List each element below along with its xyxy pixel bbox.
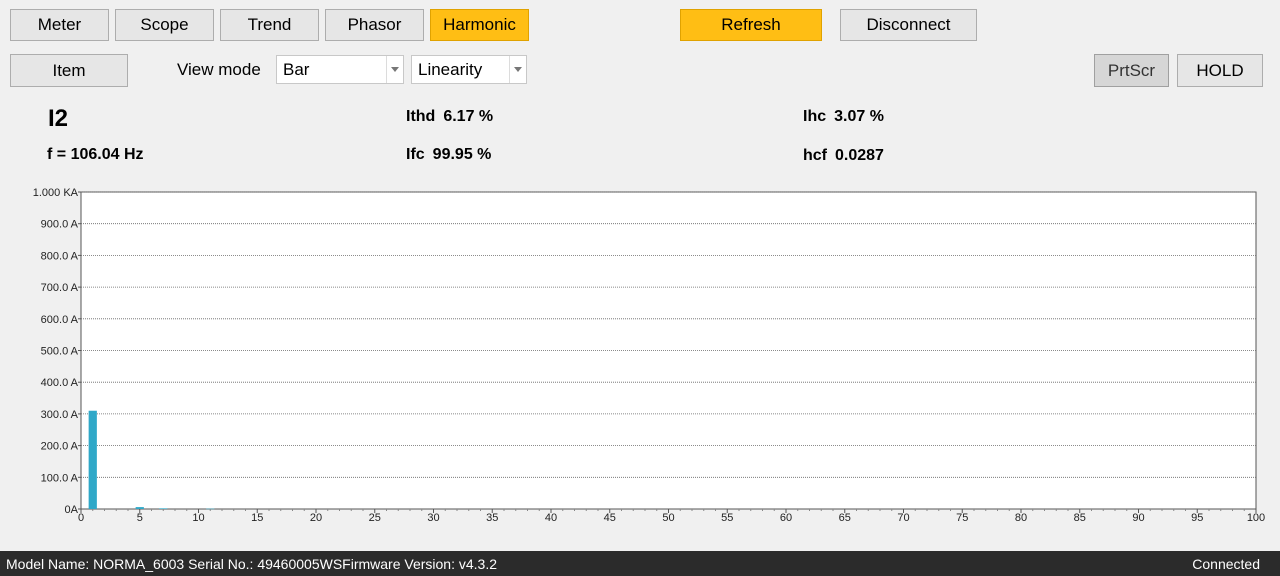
harmonic-bar bbox=[135, 507, 144, 509]
scale-value: Linearity bbox=[418, 59, 483, 79]
ithd-value: 6.17 % bbox=[443, 108, 494, 125]
x-tick-label: 95 bbox=[1191, 512, 1203, 524]
y-tick-label: 300.0 A bbox=[41, 409, 79, 421]
x-tick-label: 85 bbox=[1074, 512, 1086, 524]
x-tick-label: 50 bbox=[662, 512, 674, 524]
tab-harmonic[interactable]: Harmonic bbox=[430, 9, 529, 41]
harmonic-bar bbox=[206, 508, 215, 510]
y-tick-label: 800.0 A bbox=[41, 250, 79, 262]
hcf-label: hcf bbox=[803, 147, 827, 164]
channel-title: I2 bbox=[48, 105, 69, 132]
x-tick-label: 45 bbox=[604, 512, 616, 524]
x-tick-label: 20 bbox=[310, 512, 322, 524]
chevron-down-icon bbox=[509, 56, 526, 83]
x-tick-label: 30 bbox=[427, 512, 439, 524]
view-mode-select[interactable]: Bar bbox=[276, 55, 404, 84]
hold-button[interactable]: HOLD bbox=[1177, 54, 1263, 87]
scale-select[interactable]: Linearity bbox=[411, 55, 527, 84]
ifc-label: Ifc bbox=[406, 146, 425, 163]
y-tick-label: 0A bbox=[65, 504, 79, 516]
y-tick-label: 200.0 A bbox=[41, 441, 79, 453]
ihc-readout: Ihc 3.07 % bbox=[803, 108, 884, 126]
tab-meter[interactable]: Meter bbox=[10, 9, 109, 41]
ihc-label: Ihc bbox=[803, 108, 827, 125]
refresh-button[interactable]: Refresh bbox=[680, 9, 822, 41]
tab-trend[interactable]: Trend bbox=[220, 9, 319, 41]
x-tick-label: 65 bbox=[839, 512, 851, 524]
y-tick-label: 1.000 KA bbox=[33, 187, 79, 199]
y-tick-label: 600.0 A bbox=[41, 314, 79, 326]
x-tick-label: 25 bbox=[369, 512, 381, 524]
harmonic-bar bbox=[159, 508, 168, 509]
item-button[interactable]: Item bbox=[10, 54, 128, 87]
chevron-down-icon bbox=[386, 56, 403, 83]
hcf-value: 0.0287 bbox=[835, 147, 884, 164]
view-mode-value: Bar bbox=[283, 59, 310, 79]
y-tick-label: 400.0 A bbox=[41, 377, 79, 389]
harmonic-bar bbox=[88, 410, 97, 509]
connection-status: Connected bbox=[1192, 556, 1260, 572]
ithd-readout: Ithd 6.17 % bbox=[406, 108, 493, 126]
x-tick-label: 70 bbox=[897, 512, 909, 524]
x-tick-label: 10 bbox=[192, 512, 204, 524]
y-tick-label: 100.0 A bbox=[41, 472, 79, 484]
x-tick-label: 75 bbox=[956, 512, 968, 524]
x-tick-label: 90 bbox=[1132, 512, 1144, 524]
harmonic-bar-chart: 0A100.0 A200.0 A300.0 A400.0 A500.0 A600… bbox=[33, 187, 1265, 524]
hcf-readout: hcf 0.0287 bbox=[803, 147, 884, 165]
prtscr-button[interactable]: PrtScr bbox=[1094, 54, 1169, 87]
x-tick-label: 100 bbox=[1247, 512, 1265, 524]
status-bar: Model Name: NORMA_6003 Serial No.: 49460… bbox=[0, 551, 1280, 576]
x-tick-label: 0 bbox=[78, 512, 84, 524]
ithd-label: Ithd bbox=[406, 108, 436, 125]
y-tick-label: 900.0 A bbox=[41, 219, 79, 231]
ihc-value: 3.07 % bbox=[834, 108, 884, 125]
x-tick-label: 55 bbox=[721, 512, 733, 524]
x-tick-label: 40 bbox=[545, 512, 557, 524]
device-info: Model Name: NORMA_6003 Serial No.: 49460… bbox=[6, 556, 497, 572]
x-tick-label: 60 bbox=[780, 512, 792, 524]
x-tick-label: 5 bbox=[137, 512, 143, 524]
ifc-value: 99.95 % bbox=[432, 146, 492, 163]
x-tick-label: 15 bbox=[251, 512, 263, 524]
tab-scope[interactable]: Scope bbox=[115, 9, 214, 41]
frequency-readout: f = 106.04 Hz bbox=[47, 146, 144, 163]
ifc-readout: Ifc 99.95 % bbox=[406, 146, 491, 164]
view-mode-label: View mode bbox=[177, 60, 261, 79]
disconnect-button[interactable]: Disconnect bbox=[840, 9, 977, 41]
x-tick-label: 80 bbox=[1015, 512, 1027, 524]
tab-phasor[interactable]: Phasor bbox=[325, 9, 424, 41]
y-tick-label: 700.0 A bbox=[41, 282, 79, 294]
x-tick-label: 35 bbox=[486, 512, 498, 524]
y-tick-label: 500.0 A bbox=[41, 346, 79, 358]
